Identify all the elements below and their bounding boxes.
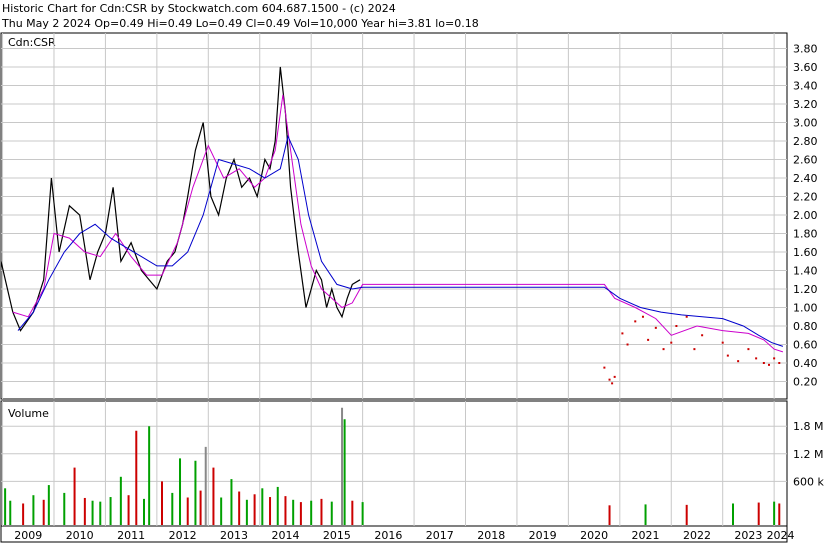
year-tick-label: 2013 (220, 529, 248, 542)
year-tick-label: 2010 (66, 529, 94, 542)
price-tick-label: 3.60 (793, 61, 818, 74)
scatter-point (778, 362, 781, 364)
year-tick-label: 2014 (271, 529, 299, 542)
year-tick-label: 2019 (529, 529, 557, 542)
price-tick-label: 2.60 (793, 154, 818, 167)
price-tick-label: 1.60 (793, 246, 818, 259)
price-tick-label: 1.80 (793, 228, 818, 241)
volume-panel-title: Volume (8, 407, 49, 420)
price-tick-label: 3.40 (793, 80, 818, 93)
scatter-point (670, 341, 673, 344)
price-tick-label: 3.20 (793, 98, 818, 111)
scatter-point (755, 357, 758, 360)
price-tick-label: 0.40 (793, 357, 818, 370)
volume-tick-label: 1.2 M (793, 448, 823, 461)
year-tick-label: 2015 (323, 529, 351, 542)
price-tick-label: 0.80 (793, 320, 818, 333)
price-tick-label: 1.20 (793, 283, 818, 296)
scatter-point (608, 378, 611, 381)
chart-header-line2: Thu May 2 2024 Op=0.49 Hi=0.49 Lo=0.49 C… (1, 17, 479, 30)
scatter-point (634, 320, 637, 323)
scatter-point (721, 341, 724, 344)
scatter-point (675, 325, 678, 327)
volume-tick-label: 1.8 M (793, 420, 823, 433)
scatter-point (747, 348, 750, 351)
chart-header-line1: Historic Chart for Cdn:CSR by Stockwatch… (2, 2, 396, 15)
scatter-point (685, 315, 688, 318)
price-tick-label: 2.80 (793, 135, 818, 148)
year-tick-label: 2011 (117, 529, 145, 542)
price-tick-label: 2.00 (793, 209, 818, 222)
scatter-point (603, 366, 606, 369)
price-tick-label: 0.20 (793, 376, 818, 389)
year-tick-label: 2022 (683, 529, 711, 542)
scatter-point (773, 357, 776, 360)
scatter-point (641, 315, 644, 318)
chart-canvas: Historic Chart for Cdn:CSR by Stockwatch… (0, 0, 830, 543)
volume-tick-label: 600 k (793, 475, 824, 488)
price-panel-title: Cdn:CSR (8, 36, 56, 49)
stock-chart: Historic Chart for Cdn:CSR by Stockwatch… (0, 0, 830, 543)
scatter-point (762, 362, 765, 364)
price-tick-label: 2.20 (793, 191, 818, 204)
scatter-point (767, 363, 770, 366)
year-tick-label: 2023 (734, 529, 762, 542)
price-tick-label: 0.60 (793, 339, 818, 352)
year-tick-label: 2012 (169, 529, 197, 542)
scatter-point (647, 338, 650, 341)
price-tick-label: 2.40 (793, 172, 818, 185)
scatter-point (701, 334, 704, 337)
price-tick-label: 1.00 (793, 302, 818, 315)
scatter-point (654, 326, 657, 329)
price-tick-label: 1.40 (793, 265, 818, 278)
scatter-point (693, 348, 696, 351)
scatter-point (726, 354, 729, 357)
scatter-point (737, 360, 740, 363)
year-tick-label: 2016 (374, 529, 402, 542)
scatter-point (626, 343, 629, 346)
scatter-point (621, 332, 624, 335)
chart-background (0, 0, 830, 543)
price-tick-label: 3.00 (793, 117, 818, 130)
price-tick-label: 3.80 (793, 43, 818, 56)
year-tick-label: 2017 (426, 529, 454, 542)
scatter-point (662, 348, 665, 351)
year-tick-label: 2018 (477, 529, 505, 542)
year-tick-label: 2021 (632, 529, 660, 542)
year-tick-label: 2020 (580, 529, 608, 542)
year-tick-label: 2024 (767, 529, 795, 542)
scatter-point (611, 382, 614, 385)
year-tick-label: 2009 (14, 529, 42, 542)
scatter-point (613, 375, 616, 378)
volume-y-axis: 1.8 M 1.2 M 600 k (793, 420, 824, 488)
